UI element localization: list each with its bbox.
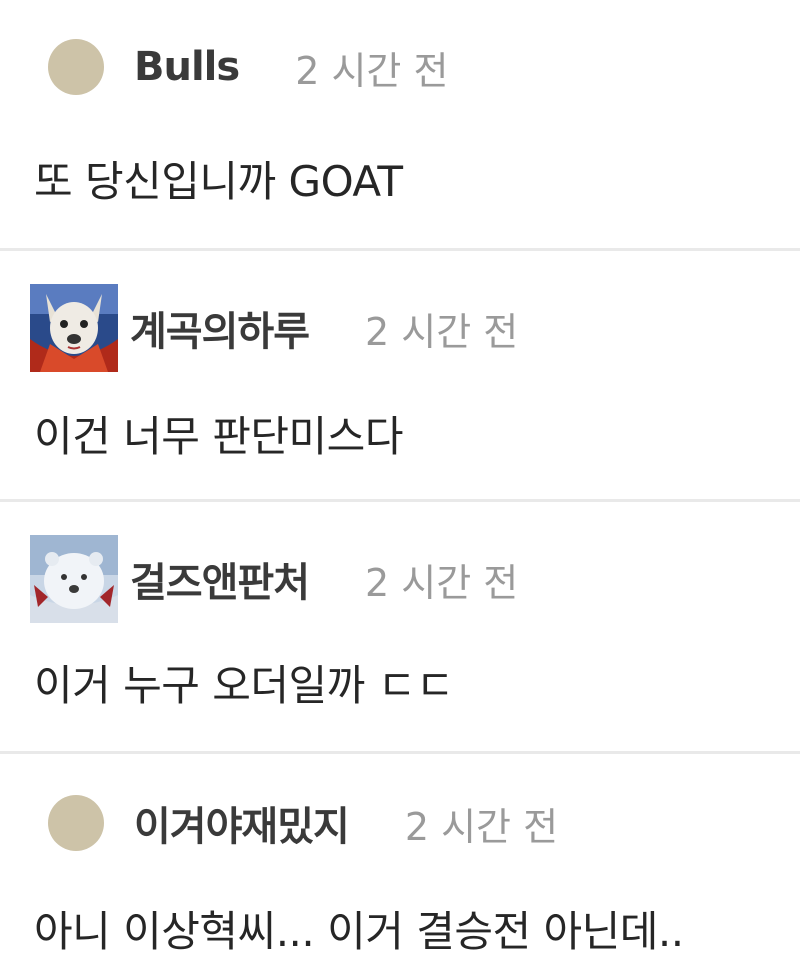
comment-item: 이겨야재밌지 2 시간 전 아니 이상혁씨... 이거 결승전 아닌데.. — [0, 754, 800, 971]
comment-author[interactable]: Bulls — [134, 44, 240, 90]
comment-timestamp: 2 시간 전 — [295, 48, 449, 93]
comment-item: Bulls 2 시간 전 또 당신입니까 GOAT — [0, 0, 800, 248]
comment-text: 이건 너무 판단미스다 — [34, 412, 403, 461]
comment-author[interactable]: 걸즈앤판처 — [130, 550, 310, 608]
comment-header: 이겨야재밌지 2 시간 전 — [30, 778, 558, 868]
comment-header: 걸즈앤판처 2 시간 전 — [30, 534, 518, 624]
comment-author[interactable]: 이겨야재밌지 — [134, 794, 350, 852]
comment-header: 계곡의하루 2 시간 전 — [30, 283, 518, 373]
comment-list: Bulls 2 시간 전 또 당신입니까 GOAT 계곡의하루 2 시간 전 이… — [0, 0, 800, 971]
avatar[interactable] — [48, 39, 104, 95]
comment-author[interactable]: 계곡의하루 — [130, 299, 310, 357]
avatar[interactable] — [48, 795, 104, 851]
comment-text: 이거 누구 오더일까 ㄷㄷ — [34, 661, 454, 710]
comment-item: 걸즈앤판처 2 시간 전 이거 누구 오더일까 ㄷㄷ — [0, 502, 800, 751]
comment-text: 아니 이상혁씨... 이거 결승전 아닌데.. — [34, 907, 684, 956]
polar-bear-avatar[interactable] — [30, 535, 118, 623]
dog-avatar[interactable] — [30, 284, 118, 372]
comment-timestamp: 2 시간 전 — [404, 804, 559, 849]
comment-header: Bulls 2 시간 전 — [30, 22, 448, 112]
comment-timestamp: 2 시간 전 — [365, 560, 519, 605]
comment-item: 계곡의하루 2 시간 전 이건 너무 판단미스다 — [0, 251, 800, 499]
comment-timestamp: 2 시간 전 — [365, 309, 519, 354]
comment-text: 또 당신입니까 GOAT — [34, 157, 403, 206]
